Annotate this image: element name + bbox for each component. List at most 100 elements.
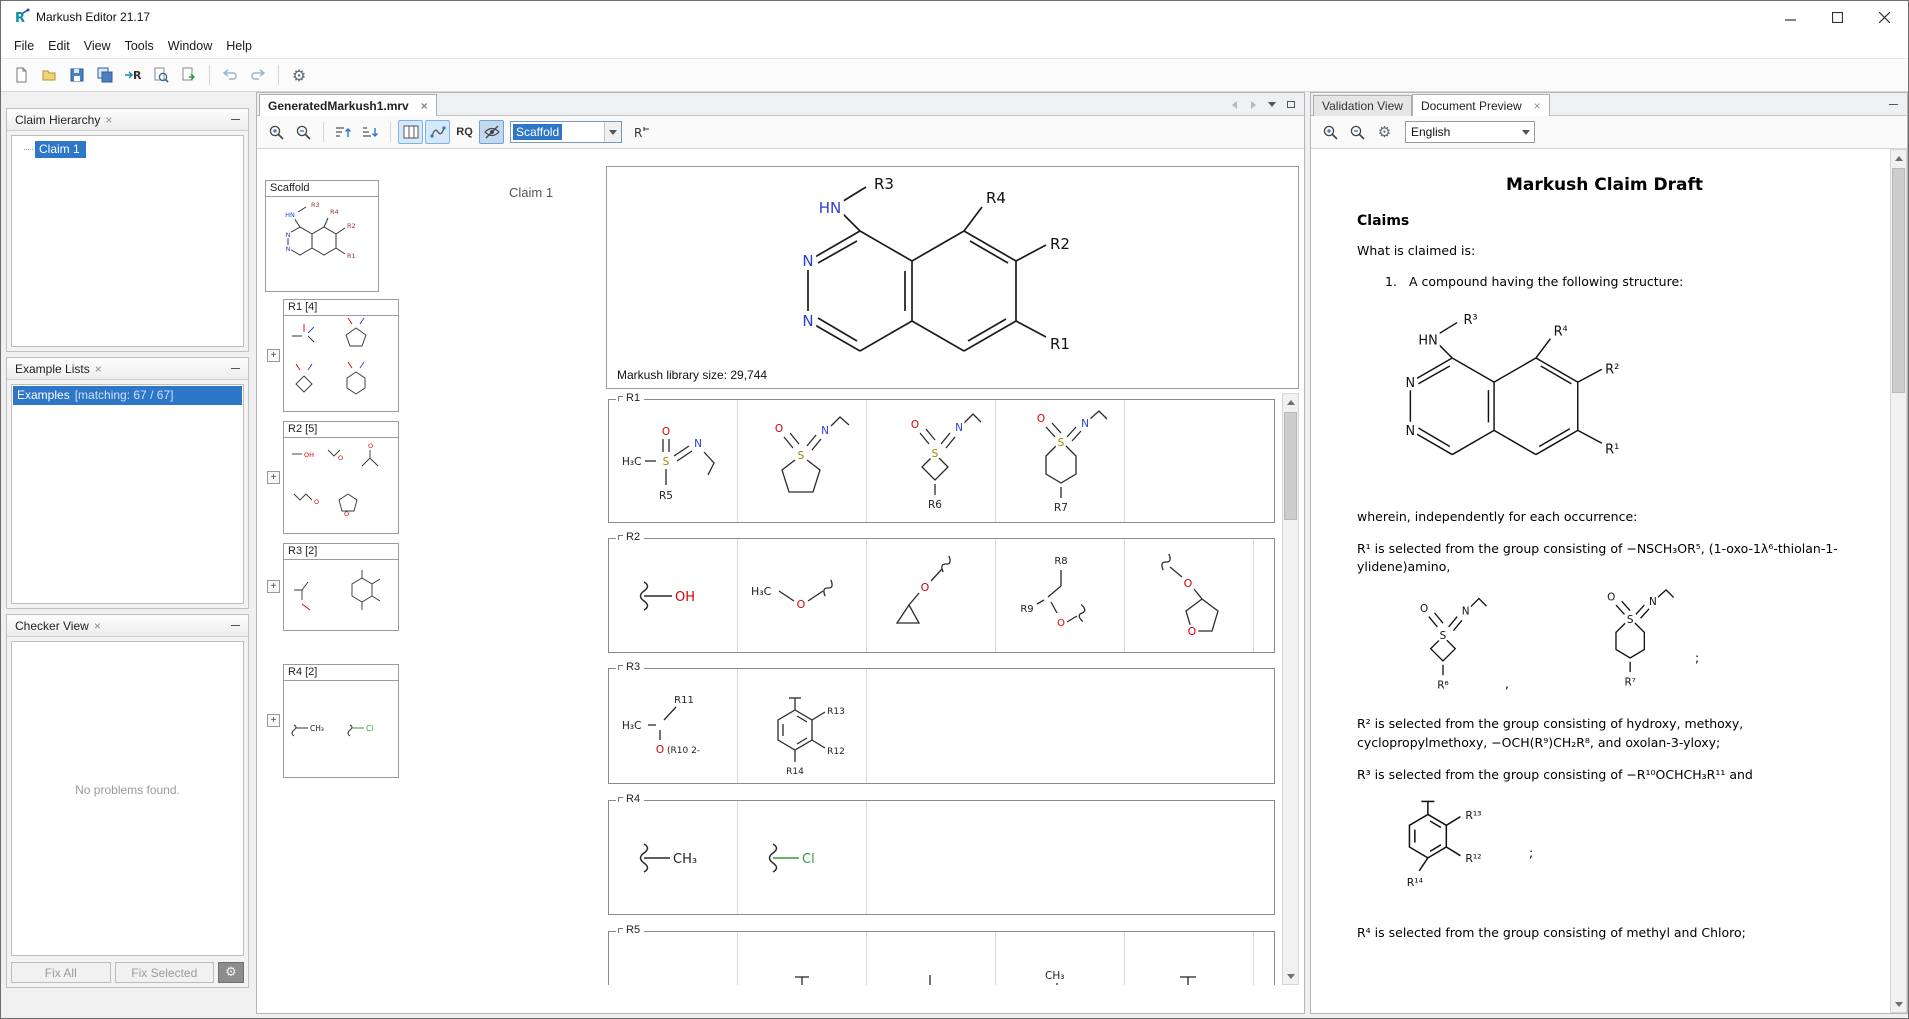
open-button[interactable] [36, 62, 62, 88]
maximize-pane-button[interactable] [1283, 97, 1299, 112]
definition-cell[interactable]: CH₃ [609, 801, 738, 914]
definition-cell[interactable]: R11 H₃C O (R10 2- [609, 669, 738, 783]
definition-cell[interactable] [738, 932, 867, 985]
scaffold-structure[interactable]: HN R3 R4 R2 R1 N N [779, 171, 1169, 375]
scroll-up-button[interactable] [1891, 150, 1906, 166]
close-panel-icon[interactable] [95, 364, 102, 374]
r2-thumbnail[interactable]: R2 [5] OH O O O O [283, 421, 399, 534]
definition-cell[interactable]: O O [1125, 539, 1254, 652]
zoom-out-button[interactable] [291, 120, 316, 144]
definition-cell[interactable]: S O N R7 [996, 400, 1125, 522]
claim-tree-item[interactable]: Claim 1 [12, 136, 243, 158]
definition-cell[interactable] [609, 932, 738, 985]
examples-row[interactable]: Examples [matching: 67 / 67] [13, 386, 242, 405]
expand-r3-button[interactable] [267, 580, 280, 593]
tab-validation-view[interactable]: Validation View [1313, 95, 1412, 116]
definition-cell[interactable]: CH₃ [996, 932, 1125, 985]
scroll-down-button[interactable] [1283, 968, 1298, 984]
scaffold-thumbnail[interactable]: Scaffold HN R3 R4 R2 R1 N [265, 180, 379, 292]
editor-canvas[interactable]: Scaffold HN R3 R4 R2 R1 N [257, 149, 1304, 1013]
definition-cell[interactable]: R8 R9 O [996, 539, 1125, 652]
expand-r4-button[interactable] [267, 714, 280, 727]
collapse-panel-button[interactable] [226, 112, 244, 128]
definition-cell[interactable]: O [867, 539, 996, 652]
close-button[interactable] [1861, 1, 1908, 33]
definition-cell[interactable] [867, 932, 996, 985]
scrollbar-thumb[interactable] [1892, 168, 1905, 393]
empty-cell[interactable] [1254, 539, 1274, 652]
rgroup-query-toggle[interactable]: RQ [452, 120, 477, 144]
r1-thumbnail[interactable]: R1 [4] [283, 299, 399, 412]
collapse-panel-button[interactable] [226, 361, 244, 377]
definition-cell[interactable]: H₃C O [738, 539, 867, 652]
save-all-button[interactable] [92, 62, 118, 88]
definition-cell[interactable]: OH [609, 539, 738, 652]
sort-ascending-button[interactable] [331, 120, 356, 144]
menu-edit[interactable]: Edit [41, 36, 77, 56]
collapse-panel-button[interactable] [226, 618, 244, 634]
scroll-up-button[interactable] [1283, 394, 1298, 410]
rgroup-attachment-button[interactable]: R [628, 120, 653, 144]
close-tab-icon[interactable] [421, 101, 428, 111]
tab-generatedmarkush1[interactable]: GeneratedMarkush1.mrv [259, 94, 437, 116]
close-tab-icon[interactable] [1534, 101, 1541, 111]
close-panel-icon[interactable] [94, 621, 101, 631]
collapse-pane-button[interactable] [1884, 96, 1902, 112]
scaffold-combobox[interactable]: Scaffold [510, 121, 622, 143]
empty-cell[interactable] [1125, 400, 1274, 522]
combobox-dropdown-button[interactable] [604, 122, 621, 142]
definition-cell[interactable]: S O N R6 [867, 400, 996, 522]
r4-thumbnail[interactable]: R4 [2] CH₃ Cl [283, 664, 399, 778]
check-structure-button[interactable] [148, 62, 174, 88]
empty-cell[interactable] [867, 801, 1274, 914]
definitions-scrollbar[interactable] [1282, 393, 1299, 985]
menu-view[interactable]: View [77, 36, 118, 56]
r3-thumbnail[interactable]: R3 [2] [283, 543, 399, 631]
settings-button[interactable]: ⚙ [286, 62, 312, 88]
import-rgroup-button[interactable]: R [120, 62, 146, 88]
close-panel-icon[interactable] [105, 115, 112, 125]
document-scrollbar[interactable] [1890, 149, 1907, 1013]
table-view-toggle[interactable] [398, 120, 423, 144]
scroll-tabs-left-button[interactable] [1226, 97, 1242, 112]
checker-settings-button[interactable]: ⚙ [218, 962, 244, 983]
redo-button[interactable] [245, 62, 271, 88]
undo-button[interactable] [217, 62, 243, 88]
language-select[interactable]: English [1405, 121, 1535, 143]
maximize-button[interactable] [1814, 1, 1861, 33]
sort-descending-button[interactable] [358, 120, 383, 144]
scaffold-canvas[interactable]: HN R3 R4 R2 R1 N N Markush library size:… [606, 166, 1299, 389]
definition-cell[interactable]: S O N [738, 400, 867, 522]
menu-window[interactable]: Window [161, 36, 219, 56]
definition-cell[interactable]: Cl [738, 801, 867, 914]
new-document-button[interactable] [8, 62, 34, 88]
empty-cell[interactable] [867, 669, 1274, 783]
fix-selected-button[interactable]: Fix Selected [115, 962, 215, 983]
claim-1-node[interactable]: Claim 1 [35, 141, 86, 158]
zoom-in-button[interactable] [264, 120, 289, 144]
empty-cell[interactable] [1254, 932, 1274, 985]
preview-settings-button[interactable]: ⚙ [1372, 120, 1397, 144]
menu-help[interactable]: Help [219, 36, 259, 56]
save-button[interactable] [64, 62, 90, 88]
definition-cell[interactable]: R13 R12 R14 [738, 669, 867, 783]
tab-list-button[interactable] [1264, 97, 1280, 112]
scrollbar-thumb[interactable] [1284, 412, 1297, 520]
scroll-down-button[interactable] [1891, 996, 1906, 1012]
minimize-button[interactable] [1767, 1, 1814, 33]
zoom-out-button[interactable] [1345, 120, 1370, 144]
expand-r1-button[interactable] [267, 349, 280, 362]
definition-cell[interactable]: H₃C S O N R5 [609, 400, 738, 522]
expand-r2-button[interactable] [267, 471, 280, 484]
zoom-in-button[interactable] [1318, 120, 1343, 144]
menu-tools[interactable]: Tools [118, 36, 161, 56]
menu-file[interactable]: File [7, 36, 41, 56]
structure-view-toggle[interactable] [425, 120, 450, 144]
language-dropdown-button[interactable] [1517, 122, 1534, 142]
fix-all-button[interactable]: Fix All [11, 962, 111, 983]
scroll-tabs-right-button[interactable] [1245, 97, 1261, 112]
visibility-toggle[interactable] [479, 120, 504, 144]
export-button[interactable] [176, 62, 202, 88]
definition-cell[interactable] [1125, 932, 1254, 985]
tab-document-preview[interactable]: Document Preview [1412, 94, 1550, 116]
